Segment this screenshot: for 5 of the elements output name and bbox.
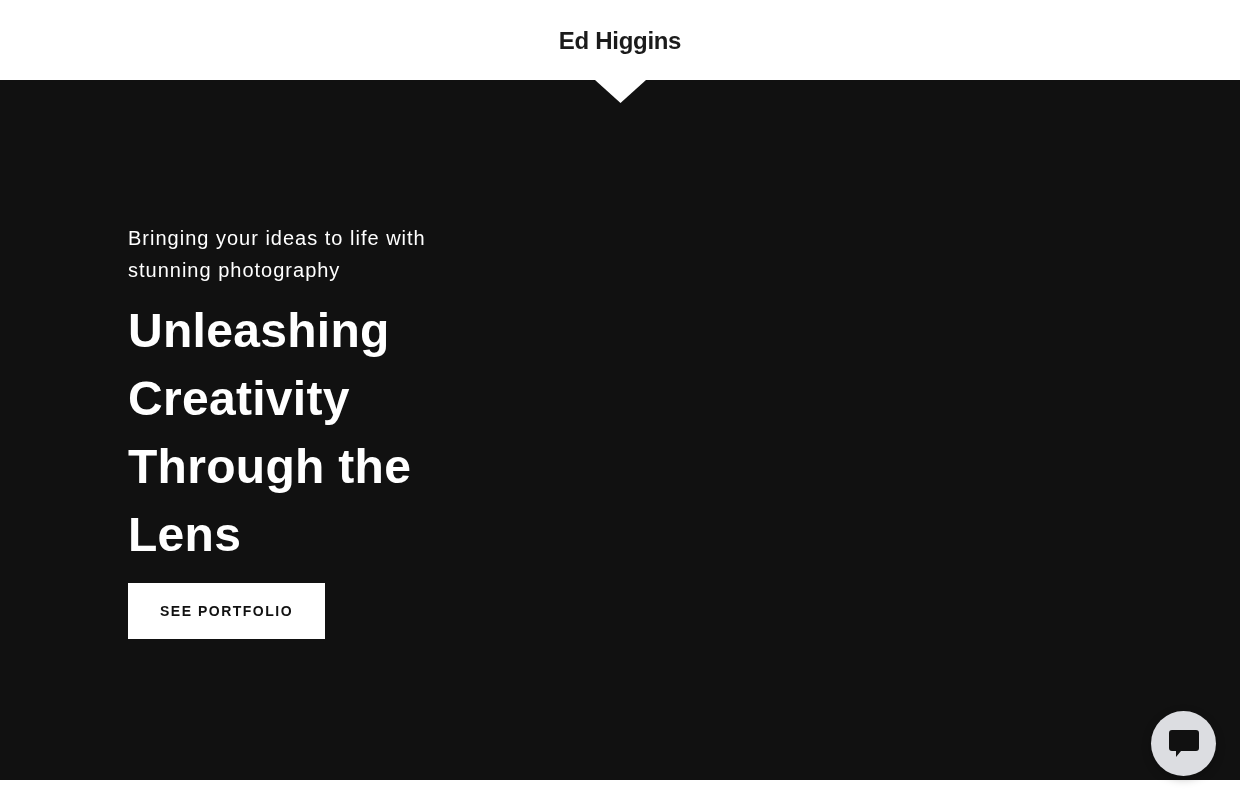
see-portfolio-button[interactable]: SEE PORTFOLIO bbox=[128, 582, 326, 639]
hero-tagline: Bringing your ideas to life with stunning photography bbox=[128, 225, 427, 283]
hero-heading: Unleashing Creativity Through the Lens bbox=[128, 302, 413, 563]
chat-bubble-icon bbox=[1168, 730, 1199, 757]
site-title[interactable]: Ed Higgins bbox=[558, 25, 682, 55]
